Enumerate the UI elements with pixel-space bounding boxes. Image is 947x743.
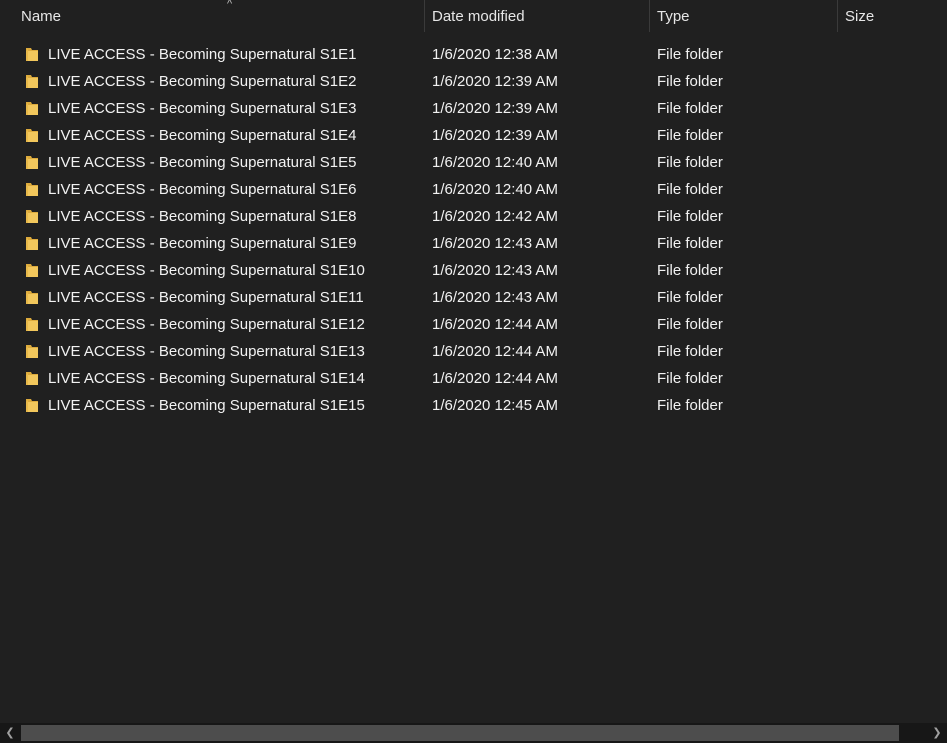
column-header-type-label: Type	[657, 8, 690, 25]
folder-icon	[26, 237, 38, 250]
date-modified: 1/6/2020 12:43 AM	[432, 262, 558, 279]
column-header-date-label: Date modified	[432, 8, 525, 25]
file-name: LIVE ACCESS - Becoming Supernatural S1E5	[48, 154, 357, 171]
folder-icon	[26, 345, 38, 358]
file-explorer-window: Name ^ Date modified Type Size LIVE ACCE…	[0, 0, 947, 743]
folder-icon	[26, 264, 38, 277]
folder-icon	[26, 48, 38, 61]
chevron-left-icon[interactable]: ❮	[0, 723, 20, 743]
column-header-type[interactable]: Type	[650, 0, 838, 32]
file-row[interactable]: LIVE ACCESS - Becoming Supernatural S1E1…	[0, 311, 947, 338]
file-type: File folder	[657, 46, 723, 63]
date-modified: 1/6/2020 12:43 AM	[432, 289, 558, 306]
folder-icon	[26, 318, 38, 331]
file-type: File folder	[657, 289, 723, 306]
scrollbar-thumb[interactable]	[21, 725, 899, 741]
date-modified: 1/6/2020 12:39 AM	[432, 127, 558, 144]
folder-icon	[26, 210, 38, 223]
file-name: LIVE ACCESS - Becoming Supernatural S1E1	[48, 46, 357, 63]
date-modified: 1/6/2020 12:44 AM	[432, 316, 558, 333]
file-row[interactable]: LIVE ACCESS - Becoming Supernatural S1E1…	[0, 41, 947, 68]
file-type: File folder	[657, 316, 723, 333]
folder-icon	[26, 156, 38, 169]
file-row[interactable]: LIVE ACCESS - Becoming Supernatural S1E5…	[0, 149, 947, 176]
file-type: File folder	[657, 73, 723, 90]
date-modified: 1/6/2020 12:43 AM	[432, 235, 558, 252]
date-modified: 1/6/2020 12:38 AM	[432, 46, 558, 63]
folder-icon	[26, 102, 38, 115]
file-name: LIVE ACCESS - Becoming Supernatural S1E1…	[48, 316, 365, 333]
file-type: File folder	[657, 235, 723, 252]
file-row[interactable]: LIVE ACCESS - Becoming Supernatural S1E1…	[0, 284, 947, 311]
folder-icon	[26, 399, 38, 412]
file-row[interactable]: LIVE ACCESS - Becoming Supernatural S1E1…	[0, 257, 947, 284]
file-name: LIVE ACCESS - Becoming Supernatural S1E4	[48, 127, 357, 144]
file-row[interactable]: LIVE ACCESS - Becoming Supernatural S1E1…	[0, 392, 947, 419]
file-row[interactable]: LIVE ACCESS - Becoming Supernatural S1E2…	[0, 68, 947, 95]
date-modified: 1/6/2020 12:45 AM	[432, 397, 558, 414]
chevron-right-icon[interactable]: ❯	[927, 723, 947, 743]
file-type: File folder	[657, 397, 723, 414]
folder-icon	[26, 129, 38, 142]
file-list: LIVE ACCESS - Becoming Supernatural S1E1…	[0, 41, 947, 419]
file-name: LIVE ACCESS - Becoming Supernatural S1E1…	[48, 262, 365, 279]
date-modified: 1/6/2020 12:42 AM	[432, 208, 558, 225]
file-row[interactable]: LIVE ACCESS - Becoming Supernatural S1E3…	[0, 95, 947, 122]
file-name: LIVE ACCESS - Becoming Supernatural S1E9	[48, 235, 357, 252]
file-row[interactable]: LIVE ACCESS - Becoming Supernatural S1E1…	[0, 365, 947, 392]
folder-icon	[26, 291, 38, 304]
column-header-size-label: Size	[845, 8, 875, 25]
file-row[interactable]: LIVE ACCESS - Becoming Supernatural S1E1…	[0, 338, 947, 365]
folder-icon	[26, 183, 38, 196]
file-type: File folder	[657, 181, 723, 198]
file-type: File folder	[657, 127, 723, 144]
date-modified: 1/6/2020 12:40 AM	[432, 181, 558, 198]
date-modified: 1/6/2020 12:40 AM	[432, 154, 558, 171]
folder-icon	[26, 75, 38, 88]
sort-ascending-icon: ^	[227, 0, 233, 10]
file-type: File folder	[657, 262, 723, 279]
file-type: File folder	[657, 208, 723, 225]
column-header-name-label: Name	[21, 8, 62, 25]
file-name: LIVE ACCESS - Becoming Supernatural S1E1…	[48, 289, 364, 306]
column-header-size[interactable]: Size	[838, 0, 947, 32]
file-name: LIVE ACCESS - Becoming Supernatural S1E8	[48, 208, 357, 225]
folder-icon	[26, 372, 38, 385]
file-row[interactable]: LIVE ACCESS - Becoming Supernatural S1E8…	[0, 203, 947, 230]
date-modified: 1/6/2020 12:39 AM	[432, 100, 558, 117]
file-row[interactable]: LIVE ACCESS - Becoming Supernatural S1E6…	[0, 176, 947, 203]
file-name: LIVE ACCESS - Becoming Supernatural S1E1…	[48, 343, 365, 360]
file-name: LIVE ACCESS - Becoming Supernatural S1E2	[48, 73, 357, 90]
date-modified: 1/6/2020 12:44 AM	[432, 343, 558, 360]
file-type: File folder	[657, 100, 723, 117]
file-type: File folder	[657, 343, 723, 360]
horizontal-scrollbar[interactable]: ❮ ❯	[0, 723, 947, 743]
file-type: File folder	[657, 154, 723, 171]
file-name: LIVE ACCESS - Becoming Supernatural S1E6	[48, 181, 357, 198]
column-header-name[interactable]: Name ^	[14, 0, 425, 32]
column-header-bar: Name ^ Date modified Type Size	[0, 0, 947, 32]
file-name: LIVE ACCESS - Becoming Supernatural S1E3	[48, 100, 357, 117]
date-modified: 1/6/2020 12:44 AM	[432, 370, 558, 387]
file-name: LIVE ACCESS - Becoming Supernatural S1E1…	[48, 370, 365, 387]
file-row[interactable]: LIVE ACCESS - Becoming Supernatural S1E4…	[0, 122, 947, 149]
file-row[interactable]: LIVE ACCESS - Becoming Supernatural S1E9…	[0, 230, 947, 257]
file-type: File folder	[657, 370, 723, 387]
file-name: LIVE ACCESS - Becoming Supernatural S1E1…	[48, 397, 365, 414]
date-modified: 1/6/2020 12:39 AM	[432, 73, 558, 90]
column-header-date-modified[interactable]: Date modified	[425, 0, 650, 32]
